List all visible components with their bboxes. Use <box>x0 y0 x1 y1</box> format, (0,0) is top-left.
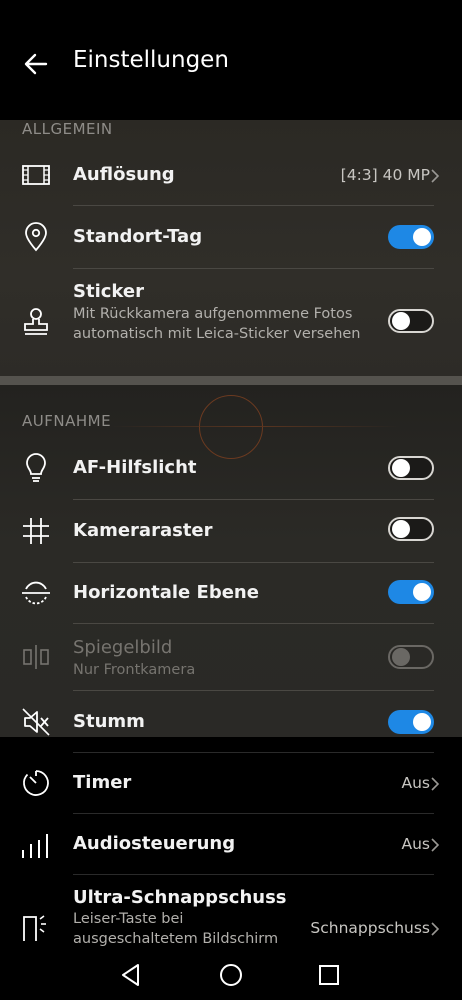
ultra-snapshot-value: Schnappschuss <box>310 919 430 937</box>
setting-ultra-snapshot[interactable]: Ultra-Schnappschuss Leiser-Taste bei aus… <box>0 875 462 950</box>
toggle-knob <box>392 520 410 538</box>
sticker-description: Mit Rückkamera aufgenommene Fotos automa… <box>73 306 361 342</box>
circle-home-icon[interactable] <box>218 962 244 988</box>
focus-line-overlay <box>110 426 400 427</box>
audio-control-value: Aus <box>401 835 430 853</box>
setting-grid[interactable]: Kameraraster <box>0 500 462 562</box>
audio-bars-icon <box>22 834 48 858</box>
lightbulb-icon <box>26 453 46 482</box>
ultra-snapshot-description: Leiser-Taste bei ausgeschaltetem Bildsch… <box>73 911 279 947</box>
timer-label: Timer <box>73 772 132 793</box>
location-tag-label: Standort-Tag <box>73 226 203 247</box>
mirror-label: Spiegelbild <box>73 637 173 658</box>
mirror-icon <box>23 645 49 669</box>
system-nav-bar <box>0 950 462 1000</box>
toggle-knob <box>392 312 410 330</box>
phone-snapshot-icon <box>23 915 46 941</box>
grid-icon <box>23 518 49 544</box>
mute-label: Stumm <box>73 711 145 732</box>
toggle-knob <box>413 713 431 731</box>
toggle-knob <box>413 228 431 246</box>
af-light-toggle[interactable] <box>388 456 434 480</box>
setting-af-light[interactable]: AF-Hilfslicht <box>0 437 462 499</box>
location-pin-icon <box>25 222 47 252</box>
triangle-back-icon[interactable] <box>118 962 144 988</box>
timer-icon <box>23 770 49 796</box>
setting-mute[interactable]: Stumm <box>0 691 462 753</box>
section-general: ALLGEMEIN <box>22 120 113 138</box>
square-recent-icon[interactable] <box>316 962 342 988</box>
setting-mirror: Spiegelbild Nur Frontkamera <box>0 624 462 690</box>
toggle-knob <box>392 648 410 666</box>
af-light-label: AF-Hilfslicht <box>73 457 197 478</box>
page-title: Einstellungen <box>73 47 229 73</box>
audio-control-label: Audiosteuerung <box>73 833 236 854</box>
setting-location-tag[interactable]: Standort-Tag <box>0 206 462 268</box>
sticker-label: Sticker <box>73 281 144 302</box>
film-frame-icon <box>22 165 50 185</box>
level-label: Horizontale Ebene <box>73 582 259 603</box>
setting-timer[interactable]: Timer Aus <box>0 753 462 813</box>
app-header: Einstellungen <box>0 0 462 120</box>
location-tag-toggle[interactable] <box>388 225 434 249</box>
chevron-right-icon <box>431 838 440 852</box>
toggle-knob <box>413 583 431 601</box>
level-icon <box>22 581 50 605</box>
setting-audio-control[interactable]: Audiosteuerung Aus <box>0 814 462 874</box>
grid-toggle[interactable] <box>388 517 434 541</box>
toggle-knob <box>392 459 410 477</box>
timer-value: Aus <box>401 774 430 792</box>
sticker-toggle[interactable] <box>388 309 434 333</box>
speaker-muted-icon <box>22 708 50 736</box>
chevron-right-icon <box>431 922 440 936</box>
setting-resolution[interactable]: Auflösung [4:3] 40 MP <box>0 145 462 205</box>
chevron-right-icon <box>431 777 440 791</box>
section-capture: AUFNAHME <box>22 412 112 430</box>
resolution-value: [4:3] 40 MP <box>340 166 430 184</box>
setting-sticker[interactable]: Sticker Mit Rückkamera aufgenommene Foto… <box>0 269 462 369</box>
setting-level[interactable]: Horizontale Ebene <box>0 563 462 623</box>
mute-toggle[interactable] <box>388 710 434 734</box>
chevron-right-icon <box>431 169 440 183</box>
back-arrow-icon[interactable] <box>20 48 52 80</box>
ultra-snapshot-label: Ultra-Schnappschuss <box>73 887 287 908</box>
resolution-label: Auflösung <box>73 164 175 185</box>
mirror-description: Nur Frontkamera <box>73 662 196 678</box>
grid-label: Kameraraster <box>73 520 213 541</box>
section-separator <box>0 376 462 385</box>
level-toggle[interactable] <box>388 580 434 604</box>
stamp-icon <box>24 308 48 335</box>
mirror-toggle <box>388 645 434 669</box>
